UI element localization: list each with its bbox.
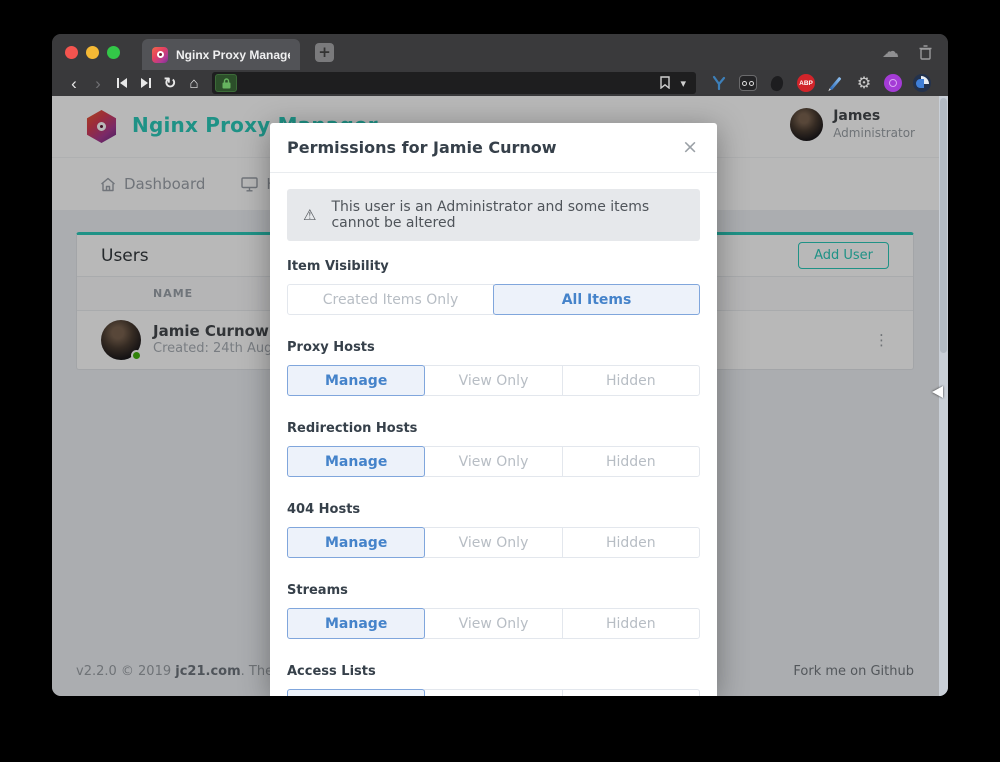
404-hosts-option-view-only[interactable]: View Only: [424, 527, 562, 558]
access-lists-label: Access Lists: [287, 664, 700, 679]
window-controls: [52, 46, 134, 59]
redirection-hosts-label: Redirection Hosts: [287, 421, 700, 436]
streams-label: Streams: [287, 583, 700, 598]
privacy-extension-icon[interactable]: [913, 74, 931, 92]
redirection-hosts-option-hidden[interactable]: Hidden: [562, 446, 700, 477]
access-lists-option-manage[interactable]: Manage: [287, 689, 425, 696]
streams-option-hidden[interactable]: Hidden: [562, 608, 700, 639]
modal-title: Permissions for Jamie Curnow: [287, 138, 557, 157]
permissions-modal: Permissions for Jamie Curnow × ⚠ This us…: [270, 123, 717, 696]
extensions-row: ABP ⚙: [710, 74, 931, 92]
proxy-hosts-label: Proxy Hosts: [287, 340, 700, 355]
redirection-hosts-option-manage[interactable]: Manage: [287, 446, 425, 477]
browser-window: Nginx Proxy Manager + ☁ ‹ › ↻ ⌂: [52, 34, 948, 696]
close-window-button[interactable]: [65, 46, 78, 59]
item-visibility-label: Item Visibility: [287, 259, 700, 274]
redirection-hosts-group: ManageView OnlyHidden: [287, 446, 700, 477]
bookmark-dropdown-caret[interactable]: ▾: [680, 78, 686, 89]
address-bar[interactable]: ▾: [212, 72, 696, 94]
404-hosts-option-manage[interactable]: Manage: [287, 527, 425, 558]
proxy-hosts-option-hidden[interactable]: Hidden: [562, 365, 700, 396]
purple-extension-icon[interactable]: [884, 74, 902, 92]
item-visibility-option-created-items-only[interactable]: Created Items Only: [287, 284, 494, 315]
warning-triangle-icon: ⚠: [303, 206, 316, 224]
bird-extension-icon[interactable]: [710, 74, 728, 92]
404-hosts-group: ManageView OnlyHidden: [287, 527, 700, 558]
closed-tabs-trash-icon[interactable]: [919, 45, 932, 60]
404-hosts-label: 404 Hosts: [287, 502, 700, 517]
new-tab-button[interactable]: +: [315, 43, 334, 62]
redirection-hosts-option-view-only[interactable]: View Only: [424, 446, 562, 477]
rewind-button[interactable]: [110, 72, 134, 94]
streams-option-view-only[interactable]: View Only: [424, 608, 562, 639]
reload-button[interactable]: ↻: [158, 72, 182, 94]
adblock-plus-extension-icon[interactable]: ABP: [797, 74, 815, 92]
404-hosts-option-hidden[interactable]: Hidden: [562, 527, 700, 558]
tab-bar: Nginx Proxy Manager + ☁: [52, 34, 948, 70]
minimize-window-button[interactable]: [86, 46, 99, 59]
settings-gear-icon[interactable]: ⚙: [855, 74, 873, 92]
fast-forward-button[interactable]: [134, 72, 158, 94]
mouse-cursor: [932, 386, 943, 398]
forward-button[interactable]: ›: [86, 72, 110, 94]
access-lists-group: ManageView OnlyHidden: [287, 689, 700, 696]
item-visibility-option-all-items[interactable]: All Items: [493, 284, 700, 315]
proxy-hosts-option-manage[interactable]: Manage: [287, 365, 425, 396]
zoom-window-button[interactable]: [107, 46, 120, 59]
item-visibility-group: Created Items OnlyAll Items: [287, 284, 700, 315]
bookmark-icon[interactable]: [660, 74, 670, 93]
proxy-hosts-option-view-only[interactable]: View Only: [424, 365, 562, 396]
browser-toolbar: ‹ › ↻ ⌂ ▾ ABP: [52, 70, 948, 96]
browser-tab[interactable]: Nginx Proxy Manager: [142, 39, 300, 70]
ssl-lock-icon[interactable]: [215, 74, 237, 92]
proxy-hosts-group: ManageView OnlyHidden: [287, 365, 700, 396]
page-content: Nginx Proxy Manager James Administrator …: [52, 96, 948, 696]
streams-option-manage[interactable]: Manage: [287, 608, 425, 639]
site-favicon: [152, 47, 168, 63]
pen-extension-icon[interactable]: [826, 74, 844, 92]
access-lists-option-hidden[interactable]: Hidden: [562, 689, 700, 696]
admin-warning-alert: ⚠ This user is an Administrator and some…: [287, 189, 700, 241]
warning-text: This user is an Administrator and some i…: [331, 199, 684, 231]
modal-close-button[interactable]: ×: [680, 138, 700, 157]
home-button[interactable]: ⌂: [182, 72, 206, 94]
scrollbar-thumb[interactable]: [940, 98, 947, 353]
back-button[interactable]: ‹: [62, 72, 86, 94]
gnome-foot-extension-icon[interactable]: [768, 74, 786, 92]
sync-cloud-icon[interactable]: ☁: [882, 44, 899, 61]
tab-title: Nginx Proxy Manager: [176, 48, 290, 62]
streams-group: ManageView OnlyHidden: [287, 608, 700, 639]
goggles-extension-icon[interactable]: [739, 74, 757, 92]
access-lists-option-view-only[interactable]: View Only: [424, 689, 562, 696]
